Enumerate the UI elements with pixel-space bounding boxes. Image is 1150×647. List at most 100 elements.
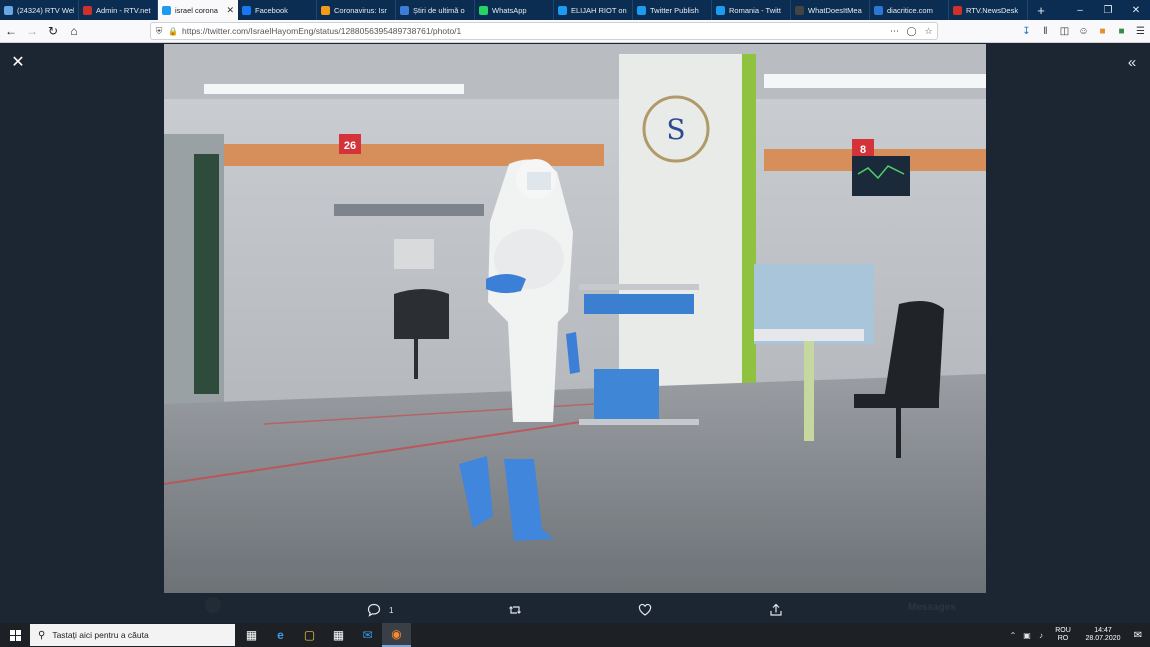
- menu-icon[interactable]: ☰: [1131, 22, 1150, 42]
- task-view-icon[interactable]: ▦: [237, 623, 266, 647]
- speaker-icon[interactable]: ♪: [1034, 631, 1048, 640]
- browser-tab[interactable]: WhatsApp: [475, 0, 554, 20]
- language-indicator[interactable]: ROU RO: [1052, 627, 1074, 643]
- flame-icon: [321, 5, 330, 15]
- svg-text:8: 8: [860, 144, 866, 156]
- windows-start-icon[interactable]: [0, 623, 30, 647]
- reply-icon: [365, 601, 383, 619]
- tab-label: diacritice.com: [887, 5, 933, 15]
- share-icon: [767, 601, 785, 619]
- mail-icon[interactable]: ✉: [353, 623, 382, 647]
- browser-tab[interactable]: Facebook: [238, 0, 317, 20]
- rtv-icon: [83, 5, 92, 15]
- extension-2-icon[interactable]: ■: [1112, 22, 1131, 42]
- tab-label: RTV.NewsDesk: [966, 5, 1019, 15]
- tab-label: ELIJAH RIOT on: [571, 5, 627, 15]
- close-icon[interactable]: ✕: [9, 53, 27, 71]
- browser-tab[interactable]: ELIJAH RIOT on: [554, 0, 633, 20]
- firefox-icon[interactable]: ◉: [382, 623, 411, 647]
- search-placeholder[interactable]: Tastați aici pentru a căuta: [52, 630, 148, 640]
- twitter-icon: [637, 5, 646, 15]
- download-icon[interactable]: ↧: [1017, 22, 1036, 42]
- tab-label: Facebook: [255, 5, 288, 15]
- address-bar[interactable]: ⛨ 🔒 https://twitter.com/IsraelHayomEng/s…: [150, 22, 938, 40]
- home-icon[interactable]: ⌂: [64, 21, 84, 41]
- browser-tab[interactable]: Știri de ultimă o: [396, 0, 475, 20]
- lock-icon[interactable]: 🔒: [167, 27, 179, 36]
- taskbar-search[interactable]: ⚲ Tastați aici pentru a căuta: [30, 624, 235, 646]
- messages-ghost-label: Messages: [908, 602, 956, 613]
- photo-viewer: ✕ « 26 8 S 1 Messages: [0, 44, 1150, 623]
- window-controls: – ❐ ✕: [1066, 0, 1150, 20]
- tab-label: Romania - Twitt: [729, 5, 781, 15]
- restore-icon[interactable]: ❐: [1094, 0, 1122, 20]
- tweet-photo[interactable]: 26 8 S: [164, 44, 986, 593]
- clock[interactable]: 14:47 28.07.2020: [1080, 627, 1126, 643]
- browser-tab[interactable]: Coronavirus: Isr: [317, 0, 396, 20]
- tab-label: Coronavirus: Isr: [334, 5, 387, 15]
- tab-close-icon[interactable]: ✕: [226, 5, 234, 16]
- shield-icon[interactable]: ⛨: [151, 26, 167, 37]
- browser-tab[interactable]: RTV.NewsDesk: [949, 0, 1028, 20]
- toolbar-right: ↧ ‖ ◫ ☺ ■ ■ ☰: [1017, 20, 1150, 43]
- twitter-icon: [558, 5, 567, 15]
- windows-taskbar: ⚲ Tastați aici pentru a căuta ▦ e ▢ ▦ ✉ …: [0, 623, 1150, 647]
- twitter-icon: [162, 5, 171, 15]
- url-text[interactable]: https://twitter.com/IsraelHayomEng/statu…: [179, 26, 886, 36]
- svg-text:S: S: [666, 113, 685, 146]
- back-icon[interactable]: ←: [1, 21, 21, 41]
- reply-button[interactable]: 1: [365, 601, 393, 619]
- bookmark-star-icon[interactable]: ☆: [920, 26, 937, 37]
- minimize-icon[interactable]: –: [1066, 0, 1094, 20]
- extension-icon[interactable]: ■: [1093, 22, 1112, 42]
- svg-text:26: 26: [344, 140, 356, 152]
- news-icon: [400, 5, 409, 15]
- chevron-up-icon[interactable]: ⌃: [1006, 631, 1020, 640]
- twitter-icon: [716, 5, 725, 15]
- browser-tab[interactable]: WhatDoesItMea: [791, 0, 870, 20]
- forward-icon[interactable]: →: [22, 21, 42, 41]
- tab-label: Admin - RTV.net: [96, 5, 151, 15]
- pocket-icon[interactable]: ◯: [903, 26, 920, 37]
- new-tab-icon[interactable]: +: [1028, 0, 1054, 20]
- network-icon[interactable]: ▣: [1020, 631, 1034, 640]
- browser-tab[interactable]: Romania - Twitt: [712, 0, 791, 20]
- library-icon[interactable]: ‖: [1036, 22, 1055, 42]
- more-actions-icon[interactable]: ⋯: [886, 26, 903, 37]
- account-icon[interactable]: ☺: [1074, 22, 1093, 42]
- like-button[interactable]: [636, 601, 654, 619]
- tab-label: Twitter Publish: [650, 5, 699, 15]
- tweet-actions: 1: [365, 600, 785, 620]
- tab-label: WhatsApp: [492, 5, 527, 15]
- hospital-ward-photo: 26 8 S: [164, 44, 986, 593]
- browser-tab[interactable]: Twitter Publish: [633, 0, 712, 20]
- expand-sidebar-icon[interactable]: «: [1123, 53, 1141, 71]
- tab-label: WhatDoesItMea: [808, 5, 862, 15]
- heart-icon: [636, 601, 654, 619]
- store-icon[interactable]: ▦: [324, 623, 353, 647]
- clock-time: 14:47: [1094, 627, 1112, 634]
- close-window-icon[interactable]: ✕: [1122, 0, 1150, 20]
- edge-icon[interactable]: e: [266, 623, 295, 647]
- browser-tab[interactable]: israel corona ✕: [158, 0, 238, 20]
- whatsapp-icon: [479, 5, 488, 15]
- rtv-icon: [953, 5, 962, 15]
- facebook-icon: [242, 5, 251, 15]
- browser-nav-bar: ← → ↻ ⌂ ⛨ 🔒 https://twitter.com/IsraelHa…: [0, 20, 1150, 43]
- tab-label: (24324) RTV Web: [17, 5, 74, 15]
- sidebar-icon[interactable]: ◫: [1055, 22, 1074, 42]
- browser-tab[interactable]: Admin - RTV.net: [79, 0, 158, 20]
- browser-tab-strip: (24324) RTV Web Admin - RTV.net israel cor…: [0, 0, 1150, 20]
- file-explorer-icon[interactable]: ▢: [295, 623, 324, 647]
- language-top: ROU: [1055, 627, 1071, 634]
- search-icon: ⚲: [38, 629, 46, 641]
- browser-tab[interactable]: diacritice.com: [870, 0, 949, 20]
- notification-icon[interactable]: ✉: [1126, 630, 1150, 641]
- share-button[interactable]: [767, 601, 785, 619]
- tab-label: Știri de ultimă o: [413, 5, 465, 15]
- browser-tab[interactable]: (24324) RTV Web: [0, 0, 79, 20]
- clock-date: 28.07.2020: [1085, 635, 1121, 642]
- message-icon: [4, 5, 13, 15]
- retweet-button[interactable]: [506, 601, 524, 619]
- reload-icon[interactable]: ↻: [43, 21, 63, 41]
